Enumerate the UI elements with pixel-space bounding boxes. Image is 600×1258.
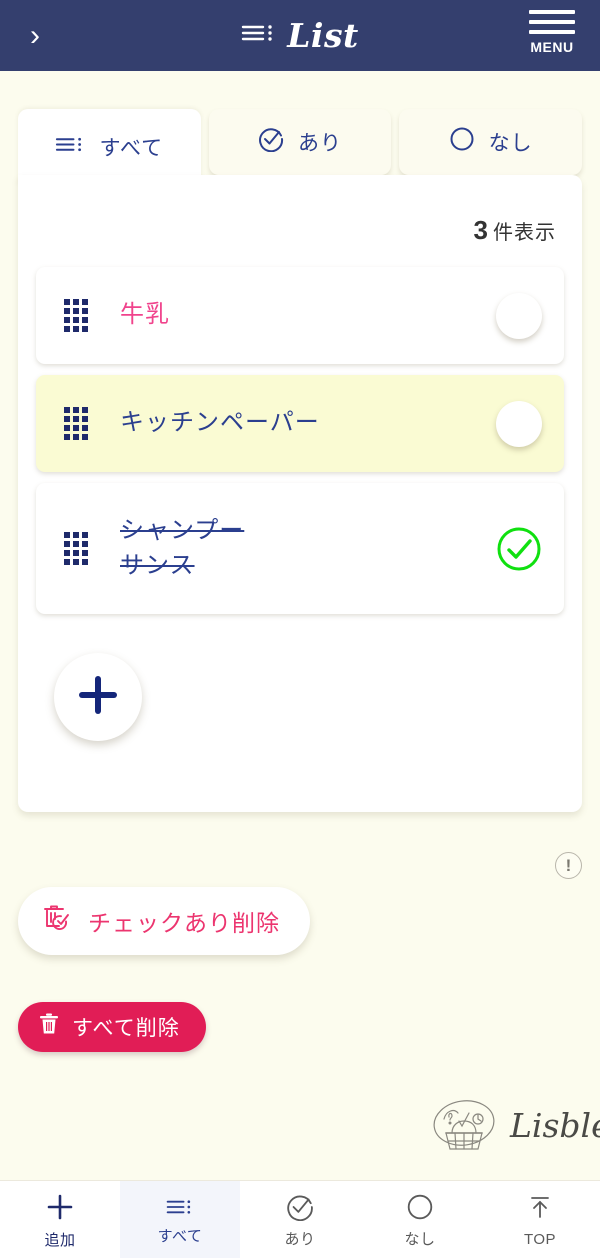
nav-add-label: 追加 — [44, 1231, 76, 1249]
drag-handle-icon[interactable] — [64, 532, 88, 565]
page-title: List — [287, 16, 359, 55]
chevron-right-icon[interactable]: › — [0, 0, 70, 71]
add-item-button[interactable] — [54, 653, 142, 741]
trash-check-icon — [40, 901, 74, 941]
empty-circle-icon[interactable] — [496, 292, 542, 339]
header-title-group: List — [0, 0, 600, 71]
circle-check-icon — [258, 126, 284, 158]
list-item-label: 牛乳 — [120, 301, 170, 329]
list-panel: 3 件表示 牛乳 キッチンペーパー シャンプー サンス — [18, 175, 582, 812]
nav-checked-label: あり — [284, 1230, 316, 1248]
list-item-label: キッチンペーパー — [120, 409, 320, 437]
plus-icon — [45, 1192, 75, 1226]
trash-icon — [38, 1012, 60, 1042]
tab-all[interactable]: すべて — [18, 109, 201, 185]
nav-unchecked-label: なし — [404, 1230, 436, 1248]
item-count-suffix: 件表示 — [493, 222, 556, 244]
hamburger-bars — [529, 10, 575, 34]
green-check-circle-icon[interactable] — [496, 526, 542, 572]
circle-outline-icon — [449, 126, 475, 158]
plus-icon — [74, 671, 122, 724]
list-item[interactable]: 牛乳 — [36, 267, 564, 364]
drag-handle-icon[interactable] — [64, 407, 88, 440]
nav-add[interactable]: 追加 — [0, 1181, 120, 1258]
shopping-list: 牛乳 キッチンペーパー シャンプー サンス — [36, 267, 564, 625]
tab-unchecked-label: なし — [488, 132, 533, 155]
circle-check-icon — [286, 1193, 314, 1225]
hamburger-menu-icon[interactable]: MENU — [522, 10, 582, 55]
brand-name: Lisble — [510, 1106, 600, 1145]
filter-tabs: すべて あり なし — [18, 109, 583, 185]
brand-logo: Lisble — [428, 1093, 600, 1158]
shopping-basket-sketch-icon — [428, 1093, 500, 1158]
tab-checked-label: あり — [298, 132, 342, 155]
circle-outline-icon — [406, 1193, 434, 1225]
item-count: 3 件表示 — [474, 215, 556, 246]
tab-unchecked[interactable]: なし — [399, 109, 583, 175]
bottom-navigation: 追加 すべて あり なし TOP — [0, 1180, 600, 1258]
delete-all-label: すべて削除 — [72, 1017, 180, 1040]
tab-checked[interactable]: あり — [208, 109, 392, 175]
delete-checked-button[interactable]: チェックあり削除 — [18, 887, 310, 955]
exclamation-glyph: ! — [565, 855, 572, 875]
item-count-number: 3 — [473, 215, 489, 245]
app-header: › List MENU — [0, 0, 600, 71]
empty-circle-icon[interactable] — [496, 400, 542, 447]
list-item[interactable]: キッチンペーパー — [36, 375, 564, 472]
app-root: › List MENU すべて あり なし 3 件表示 牛乳 キッチンペーパー … — [0, 0, 600, 1258]
list-item-label: シャンプー サンス — [120, 517, 245, 579]
delete-checked-label: チェックあり削除 — [88, 910, 280, 936]
nav-all-label: すべて — [157, 1227, 203, 1245]
list-item[interactable]: シャンプー サンス — [36, 483, 564, 614]
delete-all-button[interactable]: すべて削除 — [18, 1002, 206, 1052]
menu-label: MENU — [530, 39, 574, 55]
nav-checked[interactable]: あり — [240, 1181, 360, 1258]
arrow-up-bar-icon — [526, 1193, 554, 1225]
tab-all-label: すべて — [99, 137, 164, 160]
list-lines-icon — [165, 1196, 195, 1222]
nav-top[interactable]: TOP — [480, 1181, 600, 1258]
nav-all[interactable]: すべて — [120, 1181, 240, 1258]
nav-top-label: TOP — [523, 1230, 557, 1248]
drag-handle-icon[interactable] — [64, 299, 88, 332]
nav-unchecked[interactable]: なし — [360, 1181, 480, 1258]
exclamation-circle-icon[interactable]: ! — [555, 852, 582, 879]
list-lines-icon — [55, 134, 85, 161]
list-lines-icon — [241, 21, 275, 50]
